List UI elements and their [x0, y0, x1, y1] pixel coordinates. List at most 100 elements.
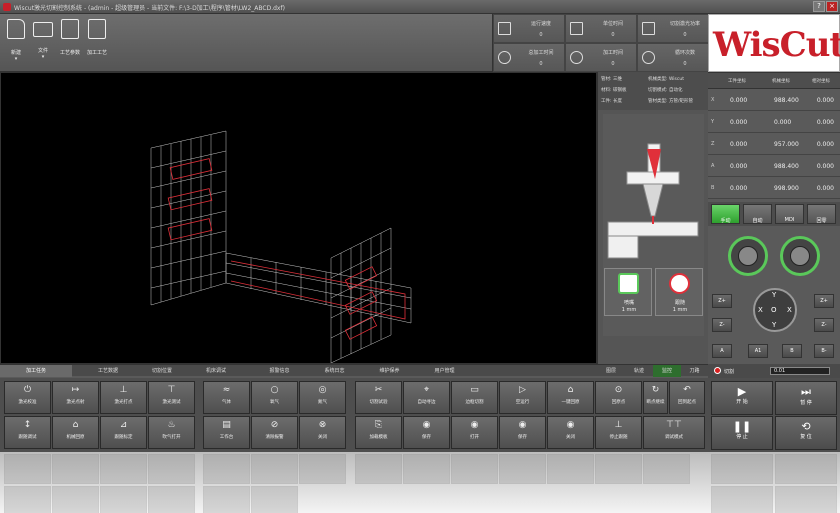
jog-z-plus-right-button[interactable]: Z+ — [814, 294, 834, 308]
jog-y-plus-button[interactable]: Y — [772, 291, 776, 299]
help-button[interactable]: ? — [813, 1, 825, 12]
home-mode-button[interactable]: 回零 — [807, 204, 836, 224]
auto-mode-button[interactable]: 自动 — [743, 204, 772, 224]
follow-chip[interactable]: 跟随 1 mm — [655, 268, 703, 316]
nozzle-chip[interactable]: 喷嘴 1 mm — [604, 268, 652, 316]
start-button[interactable]: ▶ 开 始 — [711, 381, 773, 415]
clock-icon — [570, 51, 583, 64]
fn-button[interactable]: ▭ 边框切割 — [451, 381, 498, 414]
knob-center — [738, 246, 758, 266]
3d-viewport[interactable] — [0, 72, 597, 364]
coord-row: X 0.000 988.400 0.000 — [708, 89, 840, 111]
jog-x-plus-button[interactable]: X — [787, 306, 792, 314]
fn-button[interactable]: ≈ 气体 — [203, 381, 250, 414]
fn-button[interactable]: ▤ 工作台 — [203, 416, 250, 449]
reset-button[interactable]: ⟲ 复 位 — [775, 416, 837, 450]
fn-button[interactable]: ○ 氧气 — [251, 381, 298, 414]
fn-button[interactable]: ◉ 保存 — [499, 416, 546, 449]
coord-row: A 0.000 988.400 0.000 — [708, 155, 840, 177]
new-button[interactable]: 新建 ▾ — [3, 17, 29, 69]
jog-z-plus-button[interactable]: Z+ — [712, 294, 732, 308]
tab-position[interactable]: 切割位置 — [144, 365, 180, 377]
fn-button[interactable]: ⊗ 关闭 — [299, 416, 346, 449]
fn-button[interactable]: ▷ 空运行 — [499, 381, 546, 414]
follow-icon — [669, 273, 690, 294]
window-title: Wiscut激光切割控制系统 - (admin - 超级管理员 - 当前文件: … — [14, 5, 285, 12]
fn-button[interactable]: ⌖ 自动寻边 — [403, 381, 450, 414]
fn-button[interactable]: ◎ 氮气 — [299, 381, 346, 414]
part-wireframe — [150, 130, 412, 364]
fn-button[interactable]: ⊘ 清除报警 — [251, 416, 298, 449]
process-button[interactable]: 加工工艺 — [84, 17, 110, 69]
fn-button[interactable]: ⊤⊤ 调试模式 — [643, 416, 705, 449]
power-icon — [642, 22, 655, 35]
jog-a1-button[interactable]: A1 — [748, 344, 768, 358]
speed-override-knob[interactable] — [780, 236, 820, 276]
jog-z-minus-right-button[interactable]: Z- — [814, 318, 834, 332]
process-params-button[interactable]: 工艺参数 — [57, 17, 83, 69]
jog-x-minus-button[interactable]: X — [758, 306, 763, 314]
tab-users[interactable]: 用户管理 — [417, 365, 472, 377]
tab-log[interactable]: 系统日志 — [307, 365, 362, 377]
fn-button[interactable]: ⌂ 机械回原 — [52, 416, 99, 449]
jog-z-minus-button[interactable]: Z- — [712, 318, 732, 332]
fn-button[interactable]: ⊥ 激光打点 — [100, 381, 147, 414]
mdi-mode-button[interactable]: MDI — [775, 204, 804, 224]
fn-button[interactable]: ◉ 关闭 — [547, 416, 594, 449]
jog-b-button[interactable]: B — [782, 344, 802, 358]
brand-logo: WisCut — [708, 14, 840, 72]
speed-icon — [498, 22, 511, 35]
tab-monitor[interactable]: 监控 — [653, 365, 681, 377]
file-button[interactable]: 文件 ▾ — [30, 17, 56, 69]
jog-b-minus-button[interactable]: B- — [814, 344, 834, 358]
close-button[interactable]: × — [826, 1, 838, 12]
fn-button[interactable]: ↶ 回到起点 — [669, 381, 705, 414]
fn-button[interactable]: ⊿ 跟随标定 — [100, 416, 147, 449]
app-icon — [3, 3, 11, 11]
jog-y-minus-button[interactable]: Y — [772, 321, 776, 329]
tab-task[interactable]: 加工任务 — [0, 365, 72, 377]
fn-button[interactable]: ◉ 打开 — [451, 416, 498, 449]
main-toolbar: 新建 ▾ 文件 ▾ 工艺参数 加工工艺 — [0, 14, 492, 72]
reflection-inner — [0, 452, 840, 513]
fn-button[interactable]: ↦ 激光点射 — [52, 381, 99, 414]
tab-alarm[interactable]: 报警信息 — [252, 365, 307, 377]
coord-row: Z 0.000 957.000 0.000 — [708, 133, 840, 155]
fn-button[interactable]: ⎘ 加载模板 — [355, 416, 402, 449]
fn-button[interactable]: ♨ 吹气打开 — [148, 416, 195, 449]
nozzle-icon — [618, 273, 639, 294]
tab-process[interactable]: 工艺数据 — [72, 365, 144, 377]
status-item: 运行速度 0 — [493, 14, 565, 43]
feed-override-knob[interactable] — [728, 236, 768, 276]
fn-button[interactable]: ⌂ 一键回原 — [547, 381, 594, 414]
status-item: 单位时间 0 — [565, 14, 637, 43]
fn-button[interactable]: ⊙ 回原点 — [595, 381, 642, 414]
jog-center-button[interactable]: O — [771, 306, 777, 314]
stop-button[interactable]: ❚❚ 停 止 — [711, 416, 773, 450]
fn-button[interactable]: ↕ 跟随调试 — [4, 416, 51, 449]
jog-a-button[interactable]: A — [712, 344, 732, 358]
tab-debug[interactable]: 机床调试 — [180, 365, 252, 377]
fn-button[interactable]: ⊤ 激光测试 — [148, 381, 195, 414]
fn-button[interactable]: ↻ 断点继续 — [643, 381, 668, 414]
status-panel: 运行速度 0 单位时间 0 切割激光功率 0 总加工时间 0 加工时间 0 循环… — [492, 14, 709, 72]
new-file-icon — [7, 19, 25, 39]
stop-icon: ❚❚ — [732, 420, 752, 433]
manual-mode-button[interactable]: 手动 — [711, 204, 740, 224]
jog-panel: Z+ Z- A A1 B B- Z+ Z- Y Y X X O — [708, 226, 840, 364]
jog-dpad[interactable]: Y Y X X O — [753, 288, 797, 332]
pause-button[interactable]: ⏭ 暂 停 — [775, 381, 837, 415]
fn-button[interactable]: ✂ 切割试验 — [355, 381, 402, 414]
laser-head-icon — [607, 143, 699, 259]
chevron-down-icon: ▾ — [14, 56, 18, 62]
tab-layer[interactable]: 图层 — [597, 365, 625, 377]
fn-button[interactable]: ⊥ 停止跟随 — [595, 416, 642, 449]
status-item: 加工时间 0 — [565, 43, 637, 72]
mode-bar: 手动 自动 MDI 回零 — [708, 202, 840, 226]
fn-button[interactable]: ⏻ 激光校准 — [4, 381, 51, 414]
tab-path[interactable]: 轨迹 — [625, 365, 653, 377]
tab-toolpath[interactable]: 刀路 — [681, 365, 708, 377]
fn-button[interactable]: ◉ 保存 — [403, 416, 450, 449]
progress-field[interactable]: 0.01 — [770, 367, 830, 375]
tab-maintenance[interactable]: 维护保养 — [362, 365, 417, 377]
